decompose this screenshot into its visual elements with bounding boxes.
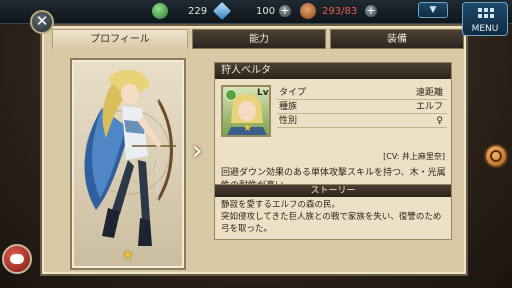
- chat-button[interactable]: [2, 244, 32, 274]
- stat-key: 性別: [279, 116, 298, 126]
- character-detail-panel: プロフィール 能力 装備 ★ › 狩人ベルタ Lv ★ タイプ 遠距離 種族 エ…: [40, 24, 468, 276]
- coin-icon: [152, 3, 168, 19]
- tab-profile[interactable]: プロフィール: [52, 29, 188, 49]
- home-nav-button[interactable]: ▼: [418, 2, 448, 18]
- character-artwork: [84, 69, 176, 246]
- rarity-star-icon: ★: [122, 248, 134, 263]
- stat-key: タイプ: [279, 88, 307, 98]
- tab-bar: プロフィール 能力 装備: [42, 26, 466, 52]
- menu-button[interactable]: MENU: [462, 2, 508, 36]
- tab-ability[interactable]: 能力: [192, 29, 326, 49]
- tab-equipment-label: 装備: [387, 34, 407, 45]
- gem-icon: [212, 1, 232, 21]
- story-text: 静寂を愛するエルフの森の民。 突如侵攻してきた巨人族との戦で家族を失い、復讐のた…: [221, 199, 449, 235]
- tab-ability-label: 能力: [249, 34, 269, 45]
- stamina-count: 293/83: [322, 6, 358, 17]
- chevron-down-icon: ▼: [429, 5, 437, 15]
- avatar-star-icon: ★: [243, 123, 252, 134]
- stat-row-gender: 性別 ♀: [277, 115, 447, 128]
- character-portrait-card[interactable]: ★: [70, 58, 186, 270]
- buy-stamina-button[interactable]: +: [364, 4, 378, 18]
- tab-equipment[interactable]: 装備: [330, 29, 464, 49]
- close-button[interactable]: ✕: [30, 10, 54, 34]
- tab-profile-label: プロフィール: [90, 34, 150, 45]
- stat-row-race: 種族 エルフ: [277, 101, 447, 114]
- close-icon: ✕: [35, 12, 49, 30]
- profile-info-box: 狩人ベルタ Lv3 ★ タイプ 遠距離 種族 エルフ 性別 ♀ [CV: 井上麻…: [214, 62, 452, 194]
- story-heading: ストーリー: [215, 185, 451, 197]
- grid-icon: [478, 8, 494, 22]
- story-box: ストーリー 静寂を愛するエルフの森の民。 突如侵攻してきた巨人族との戦で家族を失…: [214, 184, 452, 240]
- voice-actor: [CV: 井上麻里奈]: [383, 152, 445, 161]
- character-avatar: Lv3 ★: [221, 85, 271, 137]
- chat-icon: [10, 254, 24, 264]
- character-name: 狩人ベルタ: [215, 63, 451, 79]
- gem-count: 100: [256, 6, 276, 17]
- stat-value: ♀: [436, 116, 443, 126]
- stat-row-type: タイプ 遠距離: [277, 87, 447, 100]
- story-line: 突如侵攻してきた巨人族との戦で家族を失い、復讐のため弓を取った。: [221, 212, 442, 234]
- stat-value: 遠距離: [415, 88, 443, 98]
- meat-icon: [300, 3, 316, 19]
- stat-value: エルフ: [415, 102, 443, 112]
- story-line: 静寂を愛するエルフの森の民。: [221, 200, 341, 210]
- coin-count: 229: [188, 6, 208, 17]
- swirl-icon: [490, 150, 502, 162]
- menu-label: MENU: [471, 24, 499, 34]
- next-arrow-icon[interactable]: ›: [192, 136, 202, 166]
- side-menu-button[interactable]: [484, 144, 508, 168]
- buy-gems-button[interactable]: +: [278, 4, 292, 18]
- stat-key: 種族: [279, 102, 298, 112]
